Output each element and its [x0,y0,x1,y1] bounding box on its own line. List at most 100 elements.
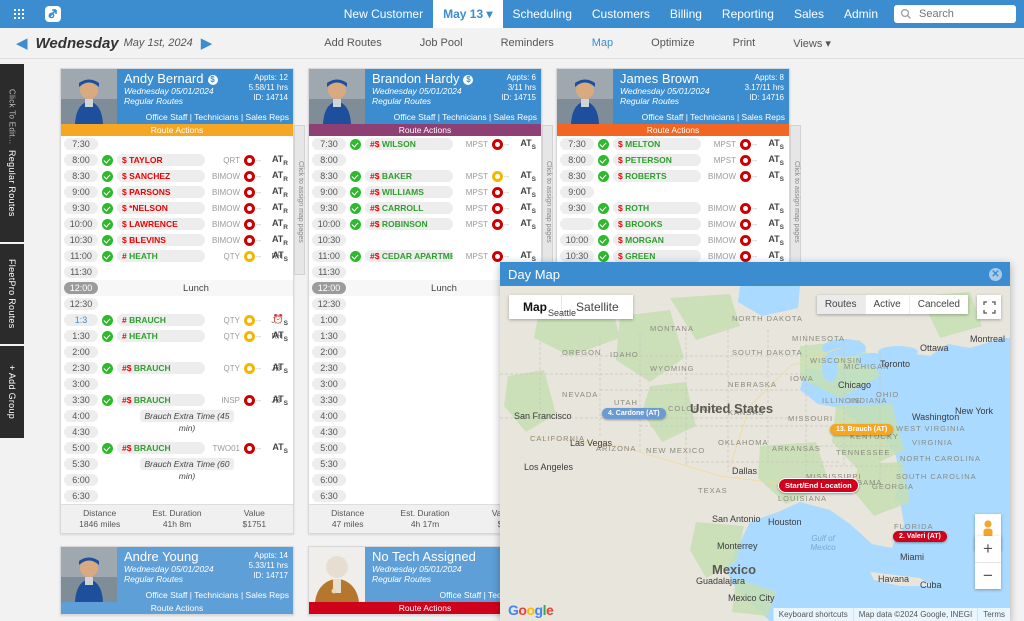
schedule-row-empty[interactable]: 8:00 [309,152,541,168]
sidebar-item-regular-routes[interactable]: Click To Edit... Regular Routes [0,64,24,242]
appointment-label[interactable]: $ PARSONS [117,186,205,198]
schedule-row-empty[interactable]: 9:00 [557,184,789,200]
top-nav-item-may-13[interactable]: May 13 ▾ [433,0,503,28]
schedule-row-appointment[interactable]: 10:00 $ LAWRENCE BIMOW -- ATR [61,216,293,232]
appointment-label[interactable]: #$ WILLIAMS [365,186,453,198]
appointment-label[interactable]: $ SANCHEZ [117,170,205,182]
map-marker[interactable]: 13. Brauch (AT) [830,424,894,435]
map-filter-canceled[interactable]: Canceled [908,295,968,314]
role-links[interactable]: Office Staff | Technicians | Sales Reps [146,590,289,600]
map-marker[interactable]: 4. Cardone (AT) [602,408,666,419]
schedule-row-empty[interactable]: 6:30 [61,488,293,504]
appointment-label[interactable]: $ BLEVINS [117,234,205,246]
sidebar-item-fleetpro-routes[interactable]: FleetPro Routes [0,244,24,344]
route-actions-button[interactable]: Route Actions [309,124,541,136]
route-actions-button[interactable]: Route Actions [61,124,293,136]
schedule-row-empty[interactable]: 2:00 [61,344,293,360]
assign-map-pages-hint[interactable]: Click to assign map pages [542,125,553,275]
appointment-label[interactable]: #$ CARROLL [365,202,453,214]
appointment-label[interactable]: $ BROOKS [613,218,701,230]
schedule-row-empty[interactable]: 10:30 [309,232,541,248]
close-icon[interactable]: ✕ [989,267,1002,281]
brand-logo-icon[interactable] [40,4,66,24]
role-links[interactable]: Office Staff | Technicians | Sales Reps [394,112,537,122]
appointment-label[interactable]: $ ROTH [613,202,701,214]
sub-menu-item-job-pool[interactable]: Job Pool [401,37,482,49]
top-nav-item-admin[interactable]: Admin [834,0,888,28]
top-nav-item-scheduling[interactable]: Scheduling [503,0,582,28]
appointment-label[interactable]: #$ ROBINSON [365,218,453,230]
map-zoom-controls[interactable]: + − [975,536,1001,589]
schedule-row-appointment[interactable]: 9:30 $ *NELSON BIMOW -- ATR [61,200,293,216]
assign-map-pages-hint[interactable]: Click to assign map pages [790,125,801,275]
sub-menu-item-add-routes[interactable]: Add Routes [305,37,400,49]
appointment-label[interactable]: $ TAYLOR [117,154,205,166]
appointment-label[interactable]: # HEATH [117,250,205,262]
map-filter-buttons[interactable]: Routes Active Canceled [816,295,968,314]
next-day-icon[interactable]: ▶ [193,34,221,52]
map-attribution-item-0[interactable]: Keyboard shortcuts [772,608,853,621]
schedule-row-appointment[interactable]: $ BROOKS BIMOW -- ATS [557,216,789,232]
top-nav-item-customers[interactable]: Customers [582,0,660,28]
appointment-label[interactable]: $ GREEN [613,250,701,262]
schedule-row-appointment[interactable]: 9:00 $ PARSONS BIMOW -- ATR [61,184,293,200]
search-box[interactable] [894,5,1016,23]
assign-map-pages-hint[interactable]: Click to assign map pages [294,125,305,275]
top-nav-item-sales[interactable]: Sales [784,0,834,28]
schedule-row-appointment[interactable]: 7:30 #$ WILSON MPST -- ATS [309,136,541,152]
schedule-row-appointment[interactable]: 9:30 $ ROTH BIMOW -- ATS [557,200,789,216]
appointment-label[interactable]: #$ CEDAR APARTME [365,250,453,262]
fullscreen-icon[interactable] [977,295,1001,319]
schedule-row-empty[interactable]: 12:30 [61,296,293,312]
search-input[interactable] [917,7,1010,21]
appointment-label[interactable]: $ PETERSON [613,154,701,166]
sub-menu-item-print[interactable]: Print [714,37,775,49]
schedule-row-appointment[interactable]: 8:30 #$ BAKER MPST -- ATS [309,168,541,184]
schedule-row-appointment[interactable]: 1:3 # BRAUCH QTY -- JB ⏰S [61,312,293,328]
appointment-label[interactable]: #$ WILSON [365,138,453,150]
role-links[interactable]: Office Staff | Technicians | Sales Reps [146,112,289,122]
previous-day-icon[interactable]: ◀ [8,34,36,52]
appointment-label[interactable]: $ MORGAN [613,234,701,246]
schedule-row-empty[interactable]: 4:30 [61,424,293,440]
sub-menu-item-optimize[interactable]: Optimize [632,37,713,49]
map-canvas[interactable]: Map Satellite Routes Active Canceled + − Go… [500,286,1010,621]
schedule-row-appointment[interactable]: 9:30 #$ CARROLL MPST -- ATS [309,200,541,216]
appointment-label[interactable]: $ LAWRENCE [117,218,205,230]
sub-menu-item-reminders[interactable]: Reminders [482,37,573,49]
appointment-label[interactable]: #$ BAKER [365,170,453,182]
appointment-label[interactable]: $ *NELSON [117,202,205,214]
appointment-label[interactable]: # HEATH [117,330,205,342]
route-card[interactable]: James Brown Wednesday 05/01/2024 Regular… [556,68,801,294]
schedule-row-appointment[interactable]: 8:00 $ TAYLOR QRT -- ATR [61,152,293,168]
schedule-row-empty[interactable]: 6:00 [61,472,293,488]
appointment-label[interactable]: #$ BRAUCH [117,362,205,374]
schedule-row-appointment[interactable]: 8:30 $ SANCHEZ BIMOW -- ATR [61,168,293,184]
appointment-label[interactable]: $ MELTON [613,138,701,150]
schedule-row-appointment[interactable]: 10:00 $ MORGAN BIMOW -- ATS [557,232,789,248]
schedule-row-appointment[interactable]: 2:30 #$ BRAUCH QTY -- JB ATS [61,360,293,376]
schedule-row-empty[interactable]: 7:30 [61,136,293,152]
appointment-label[interactable]: $ ROBERTS [613,170,701,182]
appointment-label[interactable]: #$ BRAUCH [117,394,205,406]
map-filter-active[interactable]: Active [864,295,909,314]
zoom-out-button[interactable]: − [975,562,1001,589]
schedule-row-appointment[interactable]: 8:30 $ ROBERTS BIMOW -- ATS [557,168,789,184]
schedule-row-appointment[interactable]: 7:30 $ MELTON MPST -- ATS [557,136,789,152]
schedule-row-appointment[interactable]: 8:00 $ PETERSON MPST -- ATS [557,152,789,168]
zoom-in-button[interactable]: + [975,536,1001,562]
map-marker[interactable]: 2. Valeri (AT) [893,531,947,542]
route-actions-button[interactable]: Route Actions [61,602,293,614]
schedule-row-appointment[interactable]: 1:30 # HEATH QTY -- RH ATS [61,328,293,344]
appointment-label[interactable]: # BRAUCH [117,314,205,326]
top-nav-item-reporting[interactable]: Reporting [712,0,784,28]
top-nav-item-billing[interactable]: Billing [660,0,712,28]
schedule-row-appointment[interactable]: 5:00 #$ BRAUCH TWO01 -- ATS [61,440,293,456]
route-actions-button[interactable]: Route Actions [557,124,789,136]
sub-menu-item-views[interactable]: Views ▾ [774,37,850,50]
schedule-row-appointment[interactable]: 11:00 # HEATH QTY -- RH ATS [61,248,293,264]
map-attribution-item-2[interactable]: Terms [977,608,1010,621]
schedule-row-appointment[interactable]: 3:30 #$ BRAUCH INSP -- JB ATS [61,392,293,408]
top-nav-item-new-customer[interactable]: New Customer [334,0,433,28]
route-card[interactable]: Andy Bernard $ Wednesday 05/01/2024 Regul… [60,68,305,534]
